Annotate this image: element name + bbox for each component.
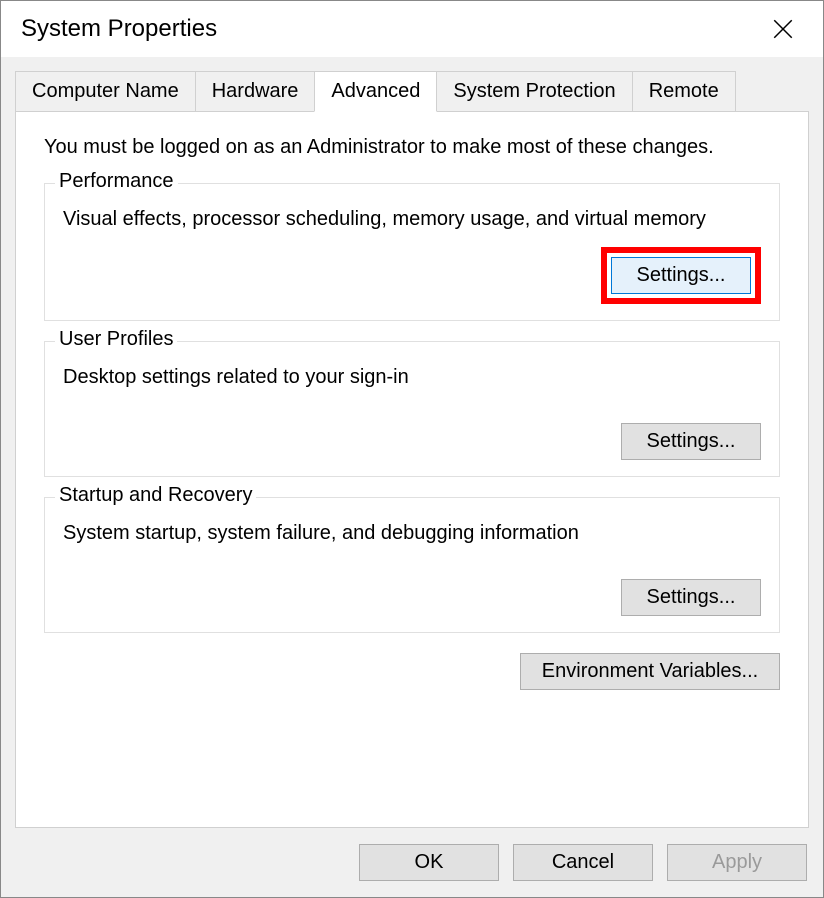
tab-computer-name[interactable]: Computer Name (15, 71, 196, 111)
startup-recovery-desc: System startup, system failure, and debu… (63, 520, 761, 547)
tab-hardware[interactable]: Hardware (195, 71, 316, 111)
performance-desc: Visual effects, processor scheduling, me… (63, 206, 761, 233)
tab-system-protection[interactable]: System Protection (436, 71, 632, 111)
user-profiles-legend: User Profiles (55, 328, 177, 351)
titlebar: System Properties (1, 1, 823, 57)
performance-settings-button[interactable]: Settings... (611, 257, 751, 294)
user-profiles-settings-button[interactable]: Settings... (621, 423, 761, 460)
performance-legend: Performance (55, 170, 178, 193)
startup-recovery-group: Startup and Recovery System startup, sys… (44, 497, 780, 633)
user-profiles-desc: Desktop settings related to your sign-in (63, 364, 761, 391)
close-icon (773, 19, 793, 39)
system-properties-dialog: System Properties Computer Name Hardware… (0, 0, 824, 898)
admin-note: You must be logged on as an Administrato… (44, 136, 780, 159)
performance-group: Performance Visual effects, processor sc… (44, 183, 780, 321)
tab-strip: Computer Name Hardware Advanced System P… (15, 71, 809, 111)
performance-settings-row: Settings... (63, 247, 761, 304)
close-button[interactable] (759, 11, 807, 47)
window-title: System Properties (21, 15, 217, 43)
tab-advanced[interactable]: Advanced (314, 71, 437, 112)
startup-recovery-legend: Startup and Recovery (55, 484, 256, 507)
environment-variables-button[interactable]: Environment Variables... (520, 653, 780, 690)
advanced-tab-panel: You must be logged on as an Administrato… (15, 111, 809, 828)
ok-button[interactable]: OK (359, 844, 499, 881)
user-profiles-settings-row: Settings... (63, 423, 761, 460)
highlight-marker: Settings... (601, 247, 761, 304)
env-variables-row: Environment Variables... (44, 653, 780, 690)
user-profiles-group: User Profiles Desktop settings related t… (44, 341, 780, 477)
cancel-button[interactable]: Cancel (513, 844, 653, 881)
startup-recovery-settings-button[interactable]: Settings... (621, 579, 761, 616)
apply-button[interactable]: Apply (667, 844, 807, 881)
dialog-footer: OK Cancel Apply (1, 828, 823, 897)
startup-recovery-settings-row: Settings... (63, 579, 761, 616)
tab-remote[interactable]: Remote (632, 71, 736, 111)
dialog-body: Computer Name Hardware Advanced System P… (1, 57, 823, 828)
